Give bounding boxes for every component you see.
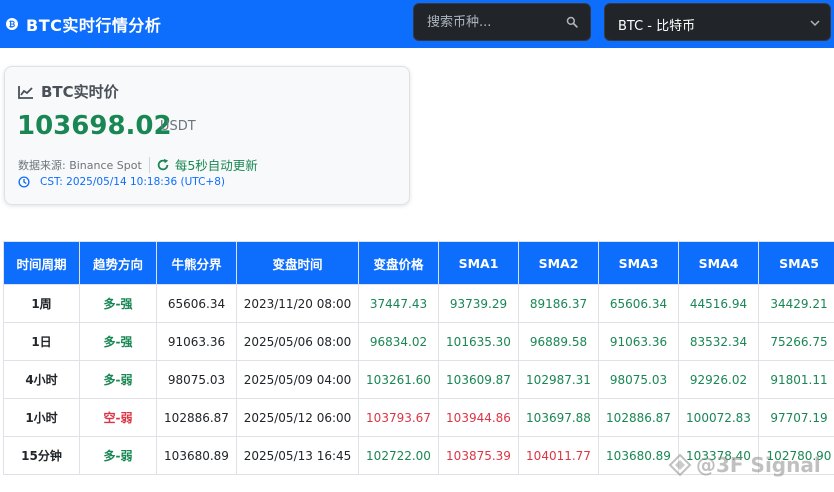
boundary-cell: 103680.89 (156, 436, 237, 475)
sma-cell: 89186.37 (518, 284, 599, 323)
sma-cell: 103680.89 (598, 436, 679, 475)
column-header: SMA3 (598, 241, 679, 285)
search-icon[interactable] (566, 16, 578, 28)
turn-price-cell: 102722.00 (358, 436, 439, 475)
sma-cell: 103944.86 (438, 398, 519, 437)
turn-price-cell: 37447.43 (358, 284, 439, 323)
sma-cell: 103609.87 (438, 360, 519, 399)
trend-cell: 多-强 (79, 322, 157, 361)
boundary-cell: 91063.36 (156, 322, 237, 361)
clock-icon (18, 176, 30, 188)
column-header: SMA4 (678, 241, 759, 285)
column-header: 趋势方向 (79, 241, 157, 285)
sma-cell: 103697.88 (518, 398, 599, 437)
column-header: 变盘时间 (236, 241, 359, 285)
current-price: 103698.02 (17, 111, 172, 141)
period-cell: 1周 (3, 284, 80, 323)
chevron-down-icon (810, 20, 820, 27)
auto-refresh-indicator: 每5秒自动更新 (156, 155, 258, 174)
sma-cell: 92926.02 (678, 360, 759, 399)
data-source-row: 数据来源: Binance Spot 每5秒自动更新 (18, 155, 258, 174)
column-header: SMA2 (518, 241, 599, 285)
line-chart-icon (18, 85, 33, 99)
sma-cell: 98075.03 (598, 360, 679, 399)
timestamp: CST: 2025/05/14 10:18:36 (UTC+8) (40, 176, 225, 188)
column-header: SMA5 (758, 241, 834, 285)
sma-cell: 75266.75 (758, 322, 834, 361)
trend-cell: 多-强 (79, 284, 157, 323)
turn-price-cell: 103793.67 (358, 398, 439, 437)
boundary-cell: 65606.34 (156, 284, 237, 323)
sma-cell: 97707.19 (758, 398, 834, 437)
page-title: BTC实时行情分析 (26, 16, 162, 35)
column-header: 时间周期 (3, 241, 80, 285)
sma-cell: 104011.77 (518, 436, 599, 475)
trend-cell: 空-弱 (79, 398, 157, 437)
sma-cell: 101635.30 (438, 322, 519, 361)
sma-cell: 100072.83 (678, 398, 759, 437)
column-header: 牛熊分界 (156, 241, 237, 285)
bitcoin-icon: ₿ (6, 18, 18, 30)
trend-cell: 多-弱 (79, 436, 157, 475)
top-navbar: ₿ BTC实时行情分析 BTC - 比特币 (0, 0, 834, 48)
price-card-title-text: BTC实时价 (41, 83, 119, 101)
boundary-cell: 102886.87 (156, 398, 237, 437)
column-header: 变盘价格 (358, 241, 439, 285)
logo-icon (668, 453, 692, 477)
data-source: 数据来源: Binance Spot (18, 158, 142, 172)
turn-time-cell: 2025/05/13 16:45 (236, 436, 359, 475)
sma-cell: 34429.21 (758, 284, 834, 323)
price-card-title: BTC实时价 (18, 81, 119, 102)
period-cell: 1日 (3, 322, 80, 361)
refresh-text: 每5秒自动更新 (174, 158, 258, 173)
divider (148, 156, 150, 173)
price-unit: USDT (160, 119, 196, 134)
turn-time-cell: 2025/05/12 06:00 (236, 398, 359, 437)
period-cell: 15分钟 (3, 436, 80, 475)
watermark: @3F Signal (668, 453, 821, 477)
column-header: SMA1 (438, 241, 519, 285)
sma-cell: 102987.31 (518, 360, 599, 399)
coin-select-value: BTC - 比特币 (618, 19, 696, 34)
period-cell: 1小时 (3, 398, 80, 437)
sma-cell: 91063.36 (598, 322, 679, 361)
table-row: 1日 多-强 91063.36 2025/05/06 08:00 96834.02 101… (3, 322, 834, 361)
turn-price-cell: 103261.60 (358, 360, 439, 399)
watermark-text: @3F Signal (696, 453, 821, 477)
turn-price-cell: 96834.02 (358, 322, 439, 361)
boundary-cell: 98075.03 (156, 360, 237, 399)
sma-cell: 83532.34 (678, 322, 759, 361)
sma-cell: 93739.29 (438, 284, 519, 323)
brand[interactable]: ₿ BTC实时行情分析 (6, 12, 161, 36)
table-row: 1小时 空-弱 102886.87 2025/05/12 06:00 103793.67… (3, 398, 834, 437)
refresh-icon (157, 158, 169, 170)
trend-cell: 多-弱 (79, 360, 157, 399)
coin-select[interactable]: BTC - 比特币 (604, 3, 831, 41)
sma-cell: 91801.11 (758, 360, 834, 399)
turn-time-cell: 2023/11/20 08:00 (236, 284, 359, 323)
timestamp-row: CST: 2025/05/14 10:18:36 (UTC+8) (18, 176, 225, 188)
table-row: 4小时 多-弱 98075.03 2025/05/09 04:00 103261.60 1… (3, 360, 834, 399)
sma-cell: 103875.39 (438, 436, 519, 475)
table-header-row: 时间周期 趋势方向 牛熊分界 变盘时间 变盘价格 SMA1 SMA2 SMA3 … (3, 241, 834, 285)
sma-cell: 65606.34 (598, 284, 679, 323)
search-input[interactable] (414, 4, 564, 40)
sma-cell: 96889.58 (518, 322, 599, 361)
turn-time-cell: 2025/05/09 04:00 (236, 360, 359, 399)
period-cell: 4小时 (3, 360, 80, 399)
sma-cell: 44516.94 (678, 284, 759, 323)
turn-time-cell: 2025/05/06 08:00 (236, 322, 359, 361)
search-box (413, 3, 591, 41)
price-card: BTC实时价 103698.02 USDT 数据来源: Binance Spot… (4, 66, 410, 205)
table-row: 1周 多-强 65606.34 2023/11/20 08:00 37447.43 937… (3, 284, 834, 323)
trend-table: 时间周期 趋势方向 牛熊分界 变盘时间 变盘价格 SMA1 SMA2 SMA3 … (3, 241, 834, 475)
sma-cell: 102886.87 (598, 398, 679, 437)
